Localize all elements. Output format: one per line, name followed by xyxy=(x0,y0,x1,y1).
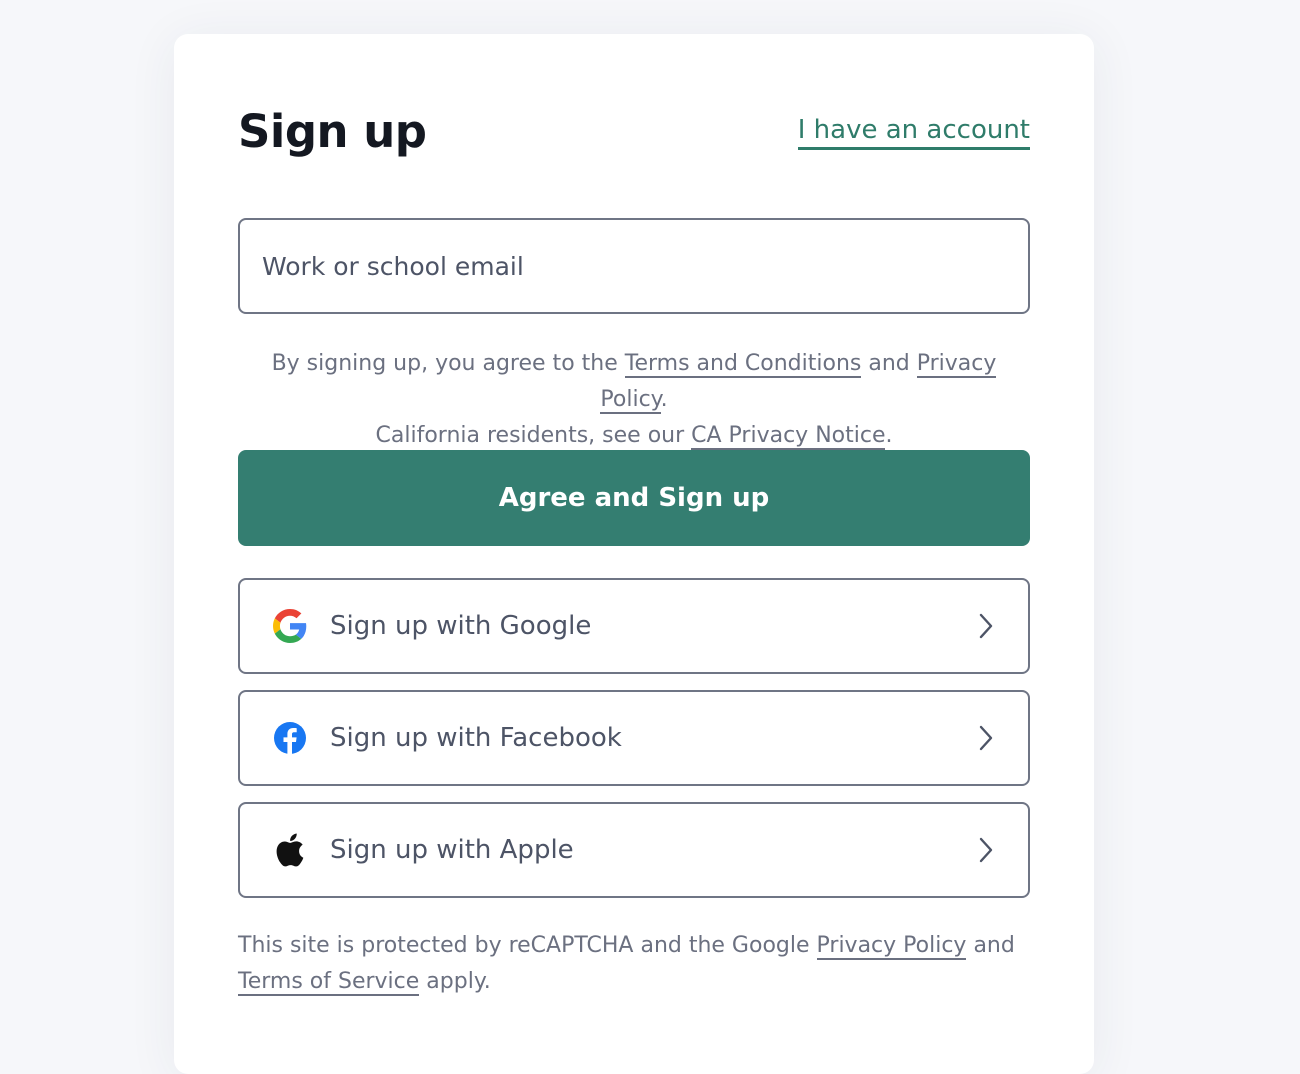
legal-prefix: By signing up, you agree to the xyxy=(271,351,625,376)
google-terms-link[interactable]: Terms of Service xyxy=(238,969,420,996)
legal-and: and xyxy=(861,351,917,376)
google-privacy-link[interactable]: Privacy Policy xyxy=(816,933,967,960)
google-icon xyxy=(272,608,308,644)
legal-line2-prefix: California residents, see our xyxy=(375,423,692,448)
terms-link[interactable]: Terms and Conditions xyxy=(624,351,862,378)
chevron-right-icon xyxy=(979,725,993,751)
chevron-right-icon xyxy=(979,613,993,639)
chevron-right-icon xyxy=(979,837,993,863)
apple-signup-button[interactable]: Sign up with Apple xyxy=(238,802,1030,898)
ca-privacy-link[interactable]: CA Privacy Notice xyxy=(691,423,886,450)
facebook-signup-label: Sign up with Facebook xyxy=(330,723,622,753)
recaptcha-and: and xyxy=(966,933,1015,958)
page-title: Sign up xyxy=(238,105,427,158)
apple-icon xyxy=(272,832,308,868)
recaptcha-notice: This site is protected by reCAPTCHA and … xyxy=(238,928,1030,1000)
agree-signup-button[interactable]: Agree and Sign up xyxy=(238,450,1030,546)
legal-dot: . xyxy=(660,387,668,412)
facebook-icon xyxy=(272,720,308,756)
google-signup-label: Sign up with Google xyxy=(330,611,592,641)
login-link[interactable]: I have an account xyxy=(797,114,1030,150)
google-signup-button[interactable]: Sign up with Google xyxy=(238,578,1030,674)
signup-card: Sign up I have an account By signing up,… xyxy=(174,34,1094,1074)
legal-dot: . xyxy=(885,423,893,448)
recaptcha-suffix: apply. xyxy=(419,969,491,994)
apple-signup-label: Sign up with Apple xyxy=(330,835,574,865)
legal-text: By signing up, you agree to the Terms an… xyxy=(238,346,1030,454)
recaptcha-prefix: This site is protected by reCAPTCHA and … xyxy=(238,933,817,958)
email-input[interactable] xyxy=(238,218,1030,314)
facebook-signup-button[interactable]: Sign up with Facebook xyxy=(238,690,1030,786)
